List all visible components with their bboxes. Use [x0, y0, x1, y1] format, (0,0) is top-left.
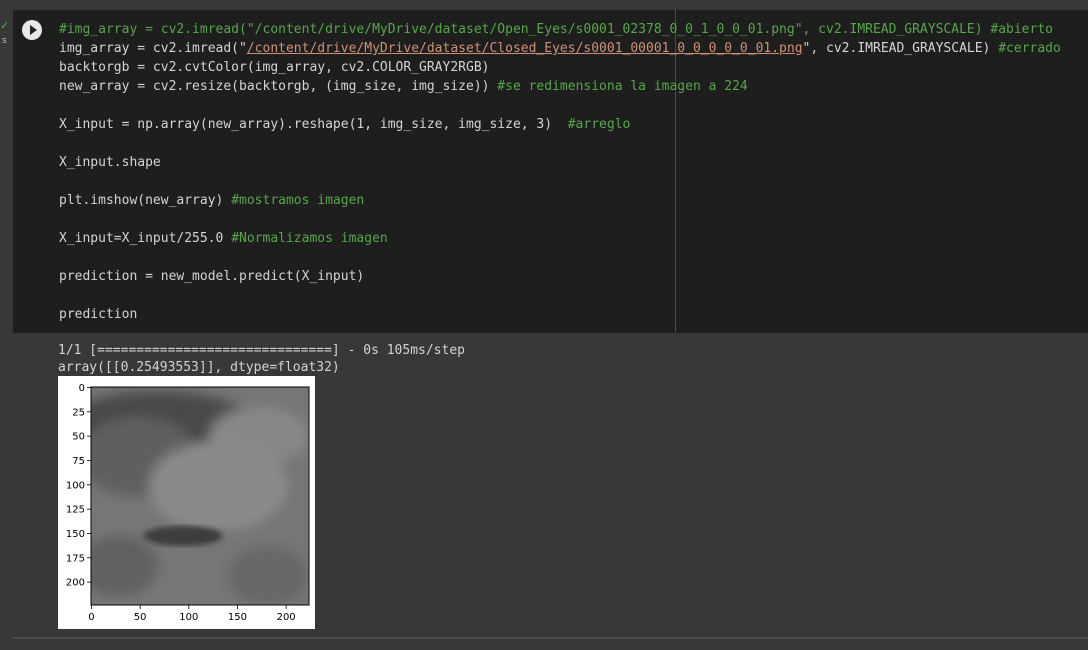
- x-tick-label: 0: [88, 612, 94, 623]
- y-tick-label: 25: [72, 407, 85, 418]
- code-token: prediction = new_model.predict(X_input): [59, 269, 365, 284]
- code-token: backtorgb = cv2.cvtColor(img_array, cv2.…: [59, 60, 490, 75]
- code-comment: #Normalizamos imagen: [231, 231, 388, 246]
- code-cell: #img_array = cv2.imread("/content/drive/…: [13, 10, 1088, 637]
- plot-svg: 0 25 50 75 100 125 150 175 200 0 50 100 150 200: [66, 383, 310, 623]
- y-tick-label: 200: [66, 578, 85, 589]
- run-cell-button[interactable]: [22, 20, 42, 40]
- x-axis: 0 50 100 150 200: [88, 605, 296, 623]
- y-tick-label: 0: [79, 383, 85, 394]
- play-icon: [30, 25, 37, 35]
- code-comment: #arreglo: [567, 117, 631, 132]
- code-line: X_input=X_input/255.0 #Normalizamos imag…: [59, 231, 388, 246]
- code-line: backtorgb = cv2.cvtColor(img_array, cv2.…: [59, 60, 489, 75]
- code-token: X_input=X_input/255.0: [59, 231, 232, 246]
- code-line: img_array = cv2.imread("/content/drive/M…: [59, 41, 1061, 56]
- code-line: X_input = np.array(new_array).reshape(1,…: [59, 117, 630, 132]
- code-token: img_array = cv2.imread(": [59, 41, 247, 56]
- code-line: prediction = new_model.predict(X_input): [59, 269, 364, 284]
- code-token: ", cv2.IMREAD_GRAYSCALE): [802, 41, 999, 56]
- code-token: new_array = cv2.resize(backtorgb, (img_s…: [59, 79, 498, 94]
- eye-image: [90, 386, 310, 606]
- x-tick-label: 50: [134, 612, 147, 623]
- code-editor[interactable]: #img_array = cv2.imread("/content/drive/…: [13, 10, 1088, 333]
- y-tick-label: 50: [72, 432, 85, 443]
- code-token: X_input = np.array(new_array).reshape(1,…: [59, 117, 568, 132]
- array-output: array([[0.25493553]], dtype=float32): [58, 360, 340, 375]
- code-line: plt.imshow(new_array) #mostramos imagen: [59, 193, 364, 208]
- x-tick-label: 100: [179, 612, 198, 623]
- x-tick-label: 200: [277, 612, 296, 623]
- code-line: new_array = cv2.resize(backtorgb, (img_s…: [59, 79, 748, 94]
- execution-time: s: [2, 36, 7, 46]
- code-string: /content/drive/MyDrive/dataset/Closed_Ey…: [246, 41, 803, 56]
- code-comment: #cerrado: [998, 41, 1061, 56]
- code-comment: #img_array = cv2.imread("/content/drive/…: [59, 22, 1053, 37]
- y-tick-label: 175: [66, 553, 85, 564]
- code-token: X_input.shape: [59, 155, 161, 170]
- x-tick-label: 150: [228, 612, 247, 623]
- cell-output: 1/1 [==============================] - 0…: [58, 342, 465, 376]
- code-line: #img_array = cv2.imread("/content/drive/…: [59, 22, 1053, 37]
- imshow-plot: 0 25 50 75 100 125 150 175 200 0 50 100 150 200: [58, 376, 315, 629]
- y-tick-label: 125: [66, 505, 85, 516]
- progress-line: 1/1 [==============================] - 0…: [58, 343, 465, 358]
- y-tick-label: 75: [72, 456, 85, 467]
- code-token: plt.imshow(new_array): [59, 193, 232, 208]
- y-tick-label: 150: [66, 529, 85, 540]
- code-comment: #se redimensiona la imagen a 224: [497, 79, 748, 94]
- y-axis: 0 25 50 75 100 125 150 175 200: [66, 383, 91, 589]
- code-line: prediction: [59, 307, 137, 322]
- code-token: prediction: [59, 307, 138, 322]
- executed-check-icon: ✓: [0, 19, 10, 32]
- code-line: X_input.shape: [59, 155, 161, 170]
- code-comment: #mostramos imagen: [231, 193, 365, 208]
- code-text[interactable]: #img_array = cv2.imread("/content/drive/…: [59, 20, 1061, 324]
- cell-divider: [13, 637, 1088, 639]
- left-gutter: [0, 0, 14, 650]
- y-tick-label: 100: [66, 480, 85, 491]
